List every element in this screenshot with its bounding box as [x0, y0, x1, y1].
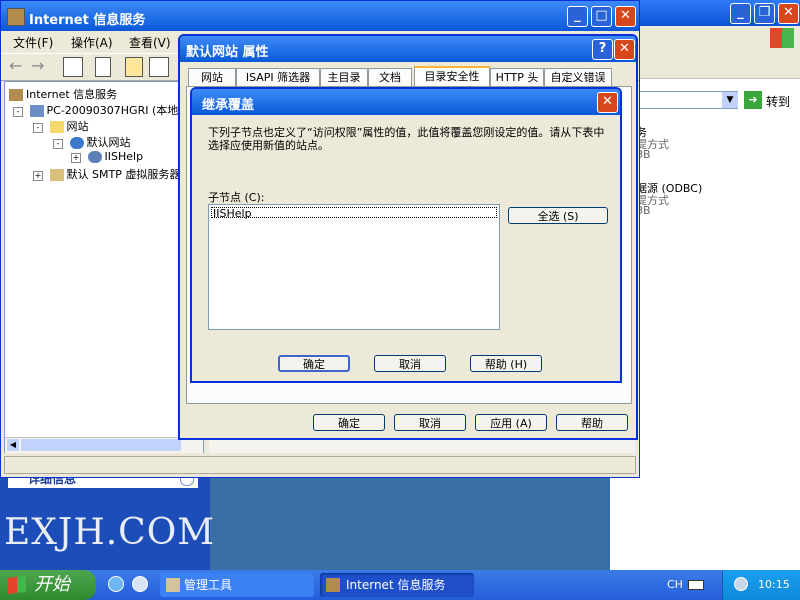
properties-ok-button[interactable]: 确定 [313, 414, 385, 431]
windows-logo-icon [8, 576, 26, 594]
watermark: EXJH.COM [4, 512, 216, 553]
inherit-titlebar[interactable] [192, 89, 620, 115]
taskbar-item-admin-tools[interactable]: 管理工具 [160, 573, 314, 597]
admin-tools-icon [166, 578, 180, 592]
tree-iishelp[interactable]: + IISHelp [71, 150, 143, 163]
tab-directory-security[interactable]: 目录安全性 [414, 66, 490, 86]
expand-toggle-icon[interactable]: + [71, 153, 81, 163]
iis-statusbar [4, 456, 636, 474]
tab-documents[interactable]: 文档 [368, 68, 412, 86]
volume-icon[interactable] [734, 577, 748, 591]
properties-help-footer-button[interactable]: 帮助 [556, 414, 628, 431]
menu-view[interactable]: 查看(V) [129, 34, 171, 51]
properties-apply-button[interactable]: 应用 (A) [475, 414, 547, 431]
keyboard-icon[interactable] [688, 580, 704, 590]
list-item[interactable]: IISHelp [211, 207, 497, 219]
forward-icon[interactable]: → [31, 56, 44, 75]
tree-computer[interactable]: - PC-20090307HGRI (本地计 [13, 102, 189, 118]
back-icon[interactable]: ← [9, 56, 22, 75]
scroll-left-icon[interactable]: ◀ [7, 439, 19, 451]
child-nodes-listbox[interactable]: IISHelp [208, 204, 500, 330]
select-all-button[interactable]: 全选 (S) [508, 207, 608, 224]
folder-icon [49, 121, 64, 133]
go-icon[interactable]: ➜ [744, 91, 762, 109]
show-tree-icon[interactable] [63, 57, 83, 77]
menu-action[interactable]: 操作(A) [71, 34, 113, 51]
inherit-dialog: 继承覆盖 ✕ 下列子节点也定义了“访问权限”属性的值，此值将覆盖您刚设定的值。请… [190, 87, 622, 383]
tree-root[interactable]: Internet 信息服务 [9, 86, 117, 102]
language-indicator[interactable]: CH [667, 578, 683, 591]
tab-http-headers[interactable]: HTTP 头 [490, 68, 544, 86]
tab-isapi-filters[interactable]: ISAPI 筛选器 [236, 68, 320, 86]
tab-home-directory[interactable]: 主目录 [320, 68, 368, 86]
bg-restore-button[interactable]: ❐ [754, 3, 775, 24]
tree-pane: Internet 信息服务 - PC-20090307HGRI (本地计 - 网… [4, 81, 204, 453]
start-button[interactable]: 开始 [0, 570, 96, 600]
collapse-toggle-icon[interactable]: - [13, 107, 23, 117]
iis-minimize-button[interactable]: _ [567, 6, 588, 27]
bg-minimize-button[interactable]: _ [730, 3, 751, 24]
properties-icon[interactable] [125, 57, 143, 77]
iis-app-icon [7, 8, 25, 26]
properties-close-button[interactable]: ✕ [614, 39, 635, 60]
quick-launch-media-icon[interactable] [132, 576, 148, 592]
tree-websites[interactable]: - 网站 [33, 118, 89, 134]
address-dropdown-arrow[interactable]: ▼ [722, 92, 738, 108]
quick-launch-browser-icon[interactable] [108, 576, 124, 592]
bg-close-button[interactable]: ✕ [778, 3, 799, 24]
tree-default-site[interactable]: - 默认网站 [53, 134, 131, 150]
tab-custom-errors[interactable]: 自定义错误 [544, 68, 612, 86]
iis-icon [9, 89, 23, 101]
inherit-close-button[interactable]: ✕ [597, 92, 618, 113]
help-icon[interactable] [149, 57, 169, 77]
tree-horizontal-scrollbar[interactable]: ◀ [5, 437, 203, 453]
menu-file[interactable]: 文件(F) [13, 34, 53, 51]
inherit-help-button[interactable]: 帮助 (H) [470, 355, 542, 372]
clock: 10:15 [758, 578, 790, 591]
taskbar-item-iis[interactable]: Internet 信息服务 [320, 573, 474, 597]
inherit-message: 下列子节点也定义了“访问权限”属性的值，此值将覆盖您刚设定的值。请从下表中选择应… [208, 126, 605, 152]
scroll-thumb[interactable] [21, 439, 181, 451]
windows-flag-icon [770, 28, 794, 48]
inherit-title: 继承覆盖 [202, 98, 255, 113]
virtual-dir-icon [87, 151, 102, 163]
iis-maximize-button[interactable]: □ [591, 6, 612, 27]
export-list-icon[interactable] [95, 57, 111, 77]
tab-website[interactable]: 网站 [188, 68, 236, 86]
inherit-ok-button[interactable]: 确定 [278, 355, 350, 372]
iis-taskbar-icon [326, 578, 340, 592]
iis-close-button[interactable]: ✕ [615, 6, 636, 27]
collapse-toggle-icon[interactable]: - [33, 123, 43, 133]
iis-title: Internet 信息服务 [29, 13, 146, 28]
child-nodes-label: 子节点 (C): [208, 191, 265, 204]
tree-smtp[interactable]: + 默认 SMTP 虚拟服务器 [33, 166, 180, 182]
collapse-toggle-icon[interactable]: - [53, 139, 63, 149]
mail-server-icon [49, 169, 64, 181]
inherit-cancel-button[interactable]: 取消 [374, 355, 446, 372]
computer-icon [29, 105, 44, 117]
properties-title: 默认网站 属性 [186, 45, 269, 60]
go-button-label[interactable]: 转到 [766, 93, 790, 110]
expand-toggle-icon[interactable]: + [33, 171, 43, 181]
start-label: 开始 [34, 574, 70, 595]
properties-cancel-button[interactable]: 取消 [394, 414, 466, 431]
globe-icon [69, 137, 84, 149]
properties-help-button[interactable]: ? [592, 39, 613, 60]
